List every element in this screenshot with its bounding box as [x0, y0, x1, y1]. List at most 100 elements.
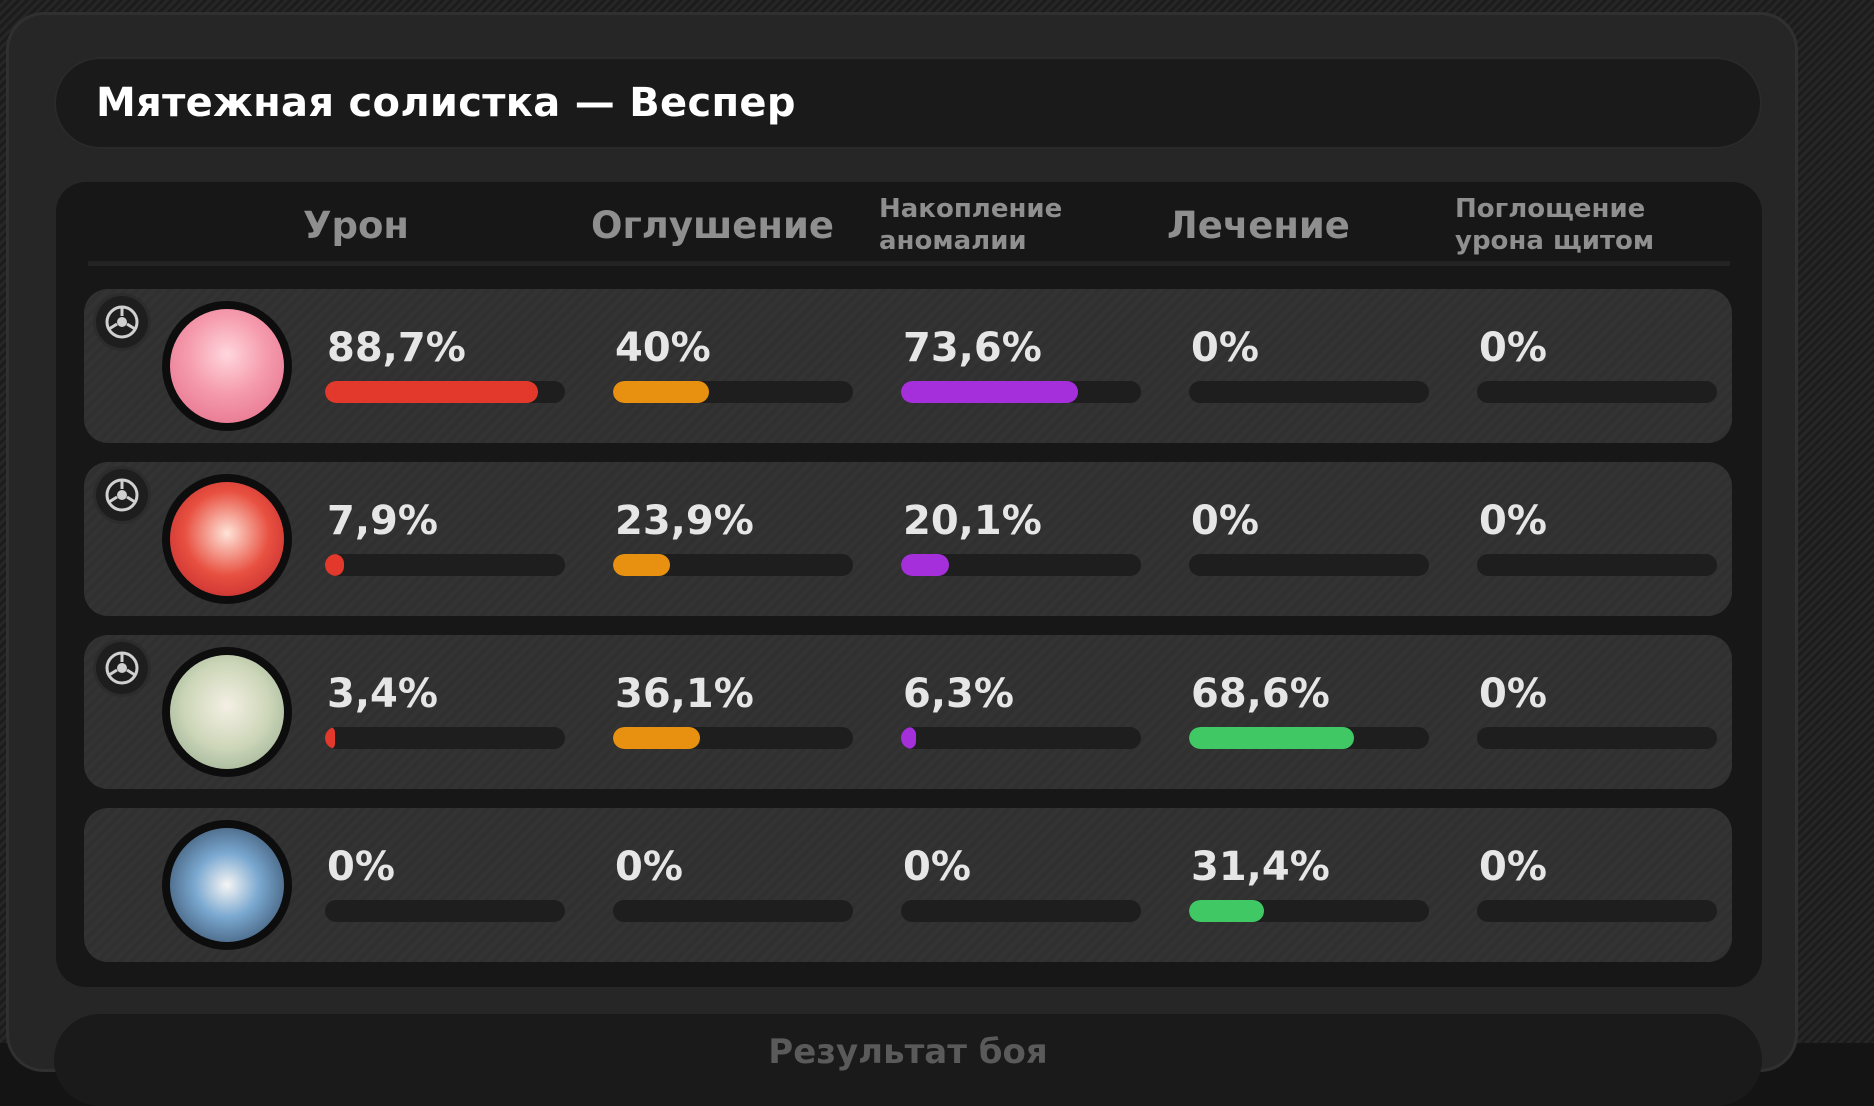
red-hair-agent-portrait-icon [170, 482, 284, 596]
stat-value-damage: 7,9% [327, 498, 438, 544]
green-hair-agent-portrait-icon [170, 655, 284, 769]
battle-result-title: Результат боя [768, 1032, 1048, 1072]
stat-bar-fill-healing [1189, 727, 1354, 749]
stat-cell-anomaly: 6,3% [901, 635, 1141, 789]
stat-bar-anomaly [901, 727, 1141, 749]
stat-bar-stun [613, 554, 853, 576]
stat-value-damage: 3,4% [327, 671, 438, 717]
stat-bar-damage [325, 900, 565, 922]
stat-value-stun: 23,9% [615, 498, 754, 544]
header-divider [88, 261, 1730, 266]
bangboo-portrait-icon [170, 828, 284, 942]
stat-bar-stun [613, 727, 853, 749]
battle-result-bar: Результат боя [54, 1014, 1762, 1106]
stat-cell-healing: 68,6% [1189, 635, 1429, 789]
stat-bar-shield [1477, 554, 1717, 576]
stat-value-shield: 0% [1479, 671, 1547, 717]
stat-value-stun: 40% [615, 325, 711, 371]
agent-avatar [162, 474, 292, 604]
stat-value-shield: 0% [1479, 325, 1547, 371]
stat-bar-anomaly [901, 900, 1141, 922]
stat-bar-fill-damage [325, 381, 538, 403]
stat-cell-anomaly: 20,1% [901, 462, 1141, 616]
stat-bar-shield [1477, 727, 1717, 749]
stat-cell-shield: 0% [1477, 635, 1717, 789]
stat-bar-damage [325, 727, 565, 749]
column-header-shield: Поглощение урона щитом [1455, 193, 1654, 257]
stat-cell-damage: 0% [325, 808, 565, 962]
column-header-anomaly-line2: аномалии [879, 226, 1027, 256]
stat-cell-stun: 23,9% [613, 462, 853, 616]
stat-bar-fill-damage [325, 554, 344, 576]
stat-bar-fill-stun [613, 381, 709, 403]
stat-value-healing: 68,6% [1191, 671, 1330, 717]
support-role-icon [96, 469, 148, 521]
panel-title: Мятежная солистка — Веспер [96, 80, 796, 126]
column-header-shield-line1: Поглощение [1455, 194, 1646, 224]
stat-bar-healing [1189, 381, 1429, 403]
stat-cell-anomaly: 73,6% [901, 289, 1141, 443]
stat-value-anomaly: 0% [903, 844, 971, 890]
stat-cell-shield: 0% [1477, 808, 1717, 962]
agent-avatar [162, 647, 292, 777]
stat-value-anomaly: 73,6% [903, 325, 1042, 371]
stat-bar-healing [1189, 727, 1429, 749]
stat-cell-damage: 88,7% [325, 289, 565, 443]
stat-value-shield: 0% [1479, 844, 1547, 890]
column-header-healing: Лечение [1167, 204, 1350, 247]
stat-bar-damage [325, 381, 565, 403]
stat-bar-anomaly [901, 554, 1141, 576]
table-header: Урон Оглушение Накопление аномалии Лечен… [56, 182, 1762, 262]
title-bar: Мятежная солистка — Веспер [54, 57, 1762, 149]
column-header-anomaly: Накопление аномалии [879, 193, 1062, 257]
stat-value-damage: 0% [327, 844, 395, 890]
stat-bar-fill-damage [325, 727, 335, 749]
stat-bar-healing [1189, 900, 1429, 922]
column-header-damage: Урон [303, 204, 409, 247]
stat-bar-stun [613, 900, 853, 922]
stat-value-anomaly: 20,1% [903, 498, 1042, 544]
table-row: 7,9% 23,9% 20,1% 0% 0% [84, 462, 1732, 616]
stat-cell-healing: 31,4% [1189, 808, 1429, 962]
stat-cell-shield: 0% [1477, 289, 1717, 443]
table-row: 3,4% 36,1% 6,3% 68,6% 0% [84, 635, 1732, 789]
attack-role-icon [96, 296, 148, 348]
stat-bar-stun [613, 381, 853, 403]
stat-bar-shield [1477, 900, 1717, 922]
column-header-stun: Оглушение [591, 204, 834, 247]
stat-bar-fill-anomaly [901, 381, 1078, 403]
column-header-shield-line2: урона щитом [1455, 226, 1655, 256]
stat-cell-stun: 36,1% [613, 635, 853, 789]
stat-bar-damage [325, 554, 565, 576]
stat-bar-fill-anomaly [901, 727, 917, 749]
stat-value-stun: 36,1% [615, 671, 754, 717]
column-header-anomaly-line1: Накопление [879, 194, 1063, 224]
stat-cell-stun: 0% [613, 808, 853, 962]
stat-cell-healing: 0% [1189, 289, 1429, 443]
stat-cell-shield: 0% [1477, 462, 1717, 616]
contribution-table: Урон Оглушение Накопление аномалии Лечен… [56, 182, 1762, 987]
stat-value-healing: 31,4% [1191, 844, 1330, 890]
stat-value-healing: 0% [1191, 325, 1259, 371]
table-row: 0% 0% 0% 31,4% 0% [84, 808, 1732, 962]
stat-value-damage: 88,7% [327, 325, 466, 371]
stat-bar-fill-healing [1189, 900, 1265, 922]
stat-cell-anomaly: 0% [901, 808, 1141, 962]
stat-value-shield: 0% [1479, 498, 1547, 544]
stat-bar-fill-stun [613, 554, 671, 576]
stat-value-anomaly: 6,3% [903, 671, 1014, 717]
stat-cell-damage: 3,4% [325, 635, 565, 789]
support-role-icon [96, 642, 148, 694]
stat-value-stun: 0% [615, 844, 683, 890]
stat-bar-fill-anomaly [901, 554, 950, 576]
stat-bar-fill-stun [613, 727, 700, 749]
stat-bar-anomaly [901, 381, 1141, 403]
stat-cell-stun: 40% [613, 289, 853, 443]
agent-avatar [162, 820, 292, 950]
pink-hair-agent-portrait-icon [170, 309, 284, 423]
agent-avatar [162, 301, 292, 431]
contribution-panel: Мятежная солистка — Веспер Урон Оглушени… [6, 12, 1798, 1106]
table-row: 88,7% 40% 73,6% 0% 0% [84, 289, 1732, 443]
stat-bar-shield [1477, 381, 1717, 403]
stat-bar-healing [1189, 554, 1429, 576]
